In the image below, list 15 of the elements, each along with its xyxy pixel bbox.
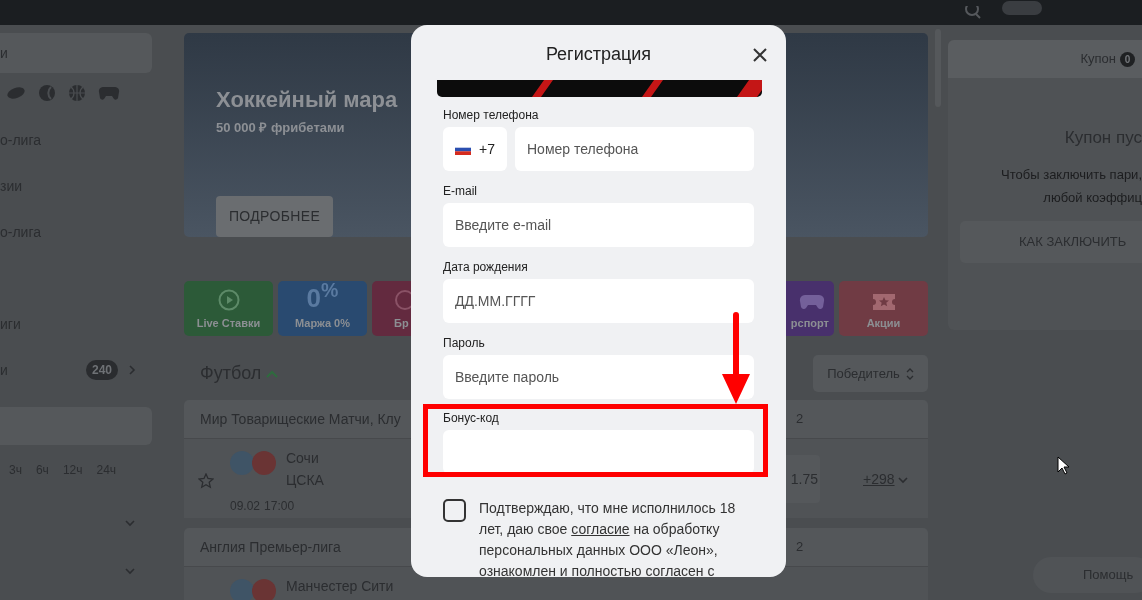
tile-label: Бр [394,315,409,331]
field-label: Бонус-код [443,410,500,427]
count-badge: 0 [1120,51,1135,67]
banner-subtitle: 50 000 ₽ фрибетами [216,119,345,137]
field-label: Дата рождения [443,259,529,276]
tile-label: рспорт [790,315,829,331]
tile-label: Live Ставки [196,315,261,331]
count-badge: 240 [85,360,118,380]
tile-label: Акции [866,315,901,331]
tile-label: Маржа 0% [295,315,350,331]
field-label: Пароль [443,335,486,352]
dialog-title: Регистрация [545,43,652,66]
banner-title: Хоккейный мара [216,86,398,114]
field-label: Номер телефона [443,107,540,124]
field-label: E-mail [443,183,478,200]
